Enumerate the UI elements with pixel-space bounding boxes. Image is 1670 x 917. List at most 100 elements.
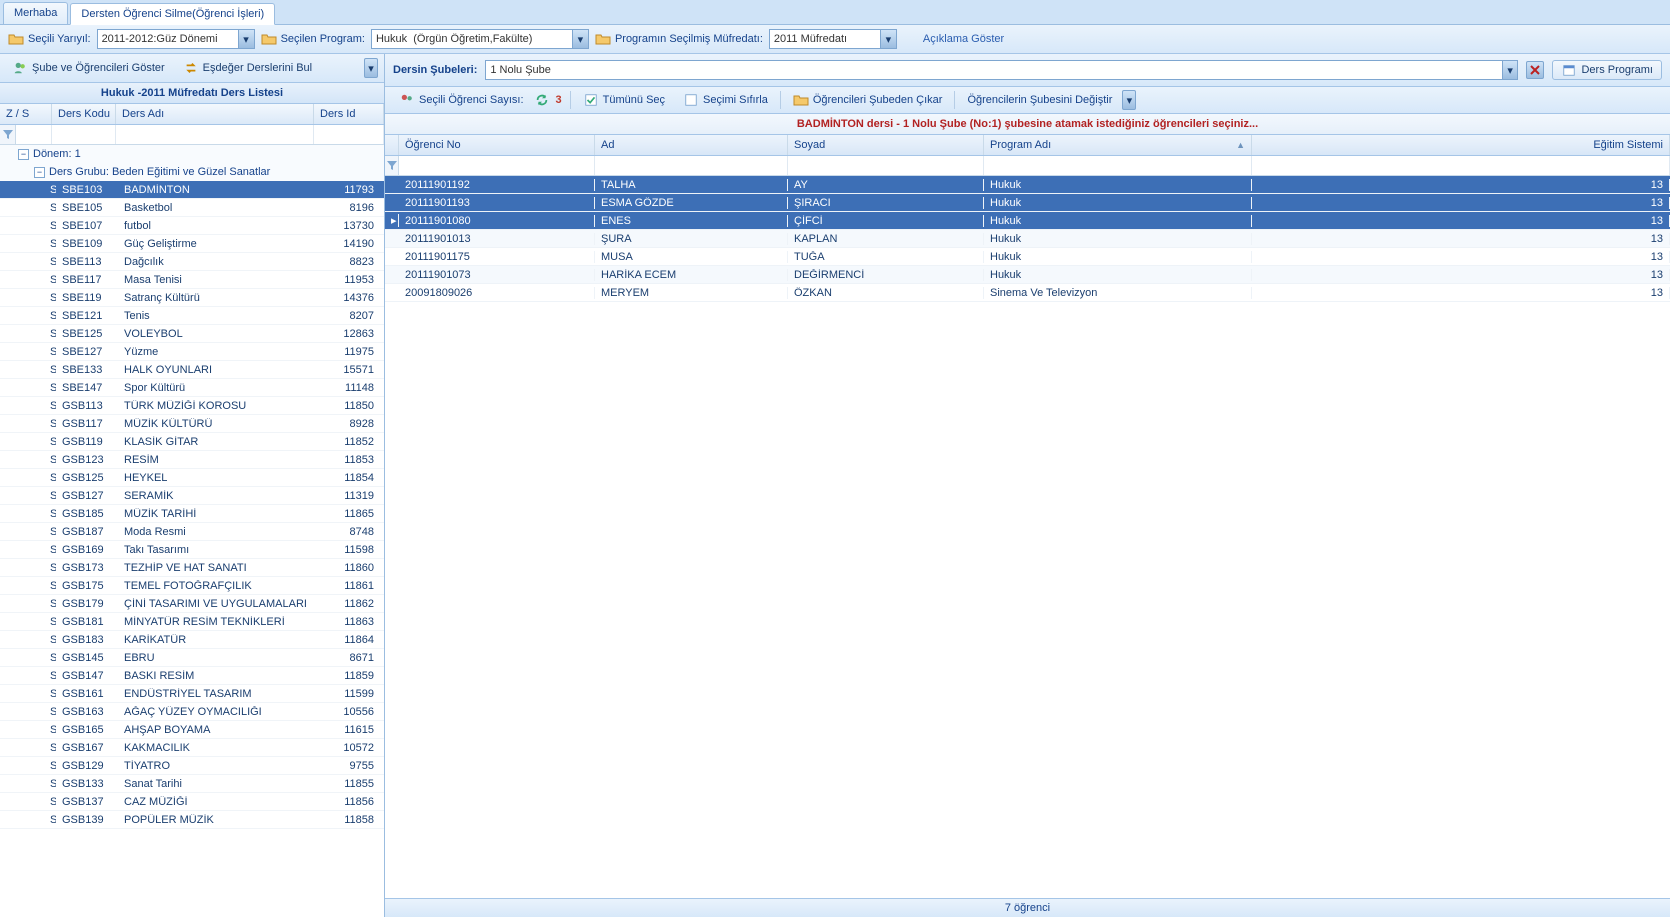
course-code: GSB129: [56, 760, 118, 772]
student-row[interactable]: 20111901175MUSATUĞAHukuk13: [385, 248, 1670, 266]
tab-welcome[interactable]: Merhaba: [3, 2, 68, 24]
move-students-button[interactable]: Öğrencilerin Şubesini Değiştir: [959, 92, 1120, 108]
chevron-down-icon[interactable]: ▾: [572, 30, 588, 48]
col-student-surname[interactable]: Soyad: [788, 135, 984, 155]
col-education-system[interactable]: Eğitim Sistemi: [1252, 135, 1670, 155]
course-zs: S...: [0, 310, 56, 322]
semester-input[interactable]: [98, 30, 238, 48]
course-row[interactable]: S...GSB133Sanat Tarihi11855: [0, 775, 384, 793]
move-students-menu-button[interactable]: ▾: [1122, 90, 1136, 110]
course-code: SBE119: [56, 292, 118, 304]
col-id[interactable]: Ders Id: [314, 104, 384, 124]
course-row[interactable]: S...SBE119Satranç Kültürü14376: [0, 289, 384, 307]
course-row[interactable]: S...SBE113Dağcılık8823: [0, 253, 384, 271]
course-row[interactable]: S...GSB125HEYKEL11854: [0, 469, 384, 487]
refresh-icon[interactable]: [534, 93, 550, 107]
group-row-course-group[interactable]: −Ders Grubu: Beden Eğitimi ve Güzel Sana…: [0, 163, 384, 181]
course-row[interactable]: S...GSB183KARİKATÜR11864: [0, 631, 384, 649]
course-row[interactable]: S...SBE125VOLEYBOL12863: [0, 325, 384, 343]
course-row[interactable]: S...GSB117MÜZİK KÜLTÜRÜ8928: [0, 415, 384, 433]
col-ad[interactable]: Ders Adı: [116, 104, 314, 124]
collapse-icon[interactable]: −: [18, 149, 29, 160]
clear-selection-button[interactable]: Seçimi Sıfırla: [675, 91, 776, 109]
course-row[interactable]: S...GSB145EBRU8671: [0, 649, 384, 667]
student-name: ESMA GÖZDE: [595, 197, 788, 209]
left-toolbar-menu-button[interactable]: ▾: [364, 58, 378, 78]
student-row[interactable]: 20111901193ESMA GÖZDEŞIRACIHukuk13: [385, 194, 1670, 212]
find-equivalents-button[interactable]: Eşdeğer Derslerini Bul: [177, 59, 318, 77]
course-row[interactable]: S...SBE121Tenis8207: [0, 307, 384, 325]
collapse-icon[interactable]: −: [34, 167, 45, 178]
section-combo[interactable]: ▾: [485, 60, 1518, 80]
course-row[interactable]: S...SBE107futbol13730: [0, 217, 384, 235]
users-icon: [399, 93, 415, 107]
program-input[interactable]: [372, 30, 572, 48]
course-row[interactable]: S...SBE117Masa Tenisi11953: [0, 271, 384, 289]
course-row[interactable]: S...GSB175TEMEL FOTOĞRAFÇILIK11861: [0, 577, 384, 595]
student-row[interactable]: 20111901192TALHAAYHukuk13: [385, 176, 1670, 194]
curriculum-combo[interactable]: ▾: [769, 29, 897, 49]
course-grid-body[interactable]: −Dönem: 1 −Ders Grubu: Beden Eğitimi ve …: [0, 145, 384, 917]
col-student-name[interactable]: Ad: [595, 135, 788, 155]
course-name: Basketbol: [118, 202, 324, 214]
course-row[interactable]: S...GSB123RESİM11853: [0, 451, 384, 469]
course-row[interactable]: S...GSB139POPÜLER MÜZİK11858: [0, 811, 384, 829]
schedule-button[interactable]: Ders Programı: [1552, 60, 1662, 80]
course-row[interactable]: S...GSB129TİYATRO9755: [0, 757, 384, 775]
student-surname: TUĞA: [788, 251, 984, 263]
course-row[interactable]: S...SBE133HALK OYUNLARI15571: [0, 361, 384, 379]
course-zs: S...: [0, 760, 56, 772]
course-row[interactable]: S...SBE109Güç Geliştirme14190: [0, 235, 384, 253]
filter-icon[interactable]: [385, 156, 399, 175]
course-row[interactable]: S...SBE105Basketbol8196: [0, 199, 384, 217]
student-row[interactable]: 20111901013ŞURAKAPLANHukuk13: [385, 230, 1670, 248]
semester-combo[interactable]: ▾: [97, 29, 255, 49]
curriculum-input[interactable]: [770, 30, 880, 48]
student-row[interactable]: 20111901073HARİKA ECEMDEĞİRMENCİHukuk13: [385, 266, 1670, 284]
course-row[interactable]: S...GSB147BASKI RESİM11859: [0, 667, 384, 685]
select-all-button[interactable]: Tümünü Seç: [575, 91, 673, 109]
tab-remove-student[interactable]: Dersten Öğrenci Silme(Öğrenci İşleri): [70, 3, 275, 25]
show-description-link[interactable]: Açıklama Göster: [923, 33, 1004, 45]
course-row[interactable]: S...SBE103BADMİNTON11793: [0, 181, 384, 199]
program-combo[interactable]: ▾: [371, 29, 589, 49]
course-id: 11850: [324, 400, 384, 412]
course-row[interactable]: S...GSB187Moda Resmi8748: [0, 523, 384, 541]
col-program[interactable]: Program Adı▲: [984, 135, 1252, 155]
group-row-term[interactable]: −Dönem: 1: [0, 145, 384, 163]
close-button[interactable]: [1526, 61, 1544, 79]
course-row[interactable]: S...SBE127Yüzme11975: [0, 343, 384, 361]
course-row[interactable]: S...GSB137CAZ MÜZİĞİ11856: [0, 793, 384, 811]
chevron-down-icon[interactable]: ▾: [1502, 61, 1518, 79]
chevron-down-icon[interactable]: ▾: [880, 30, 896, 48]
course-row[interactable]: S...GSB167KAKMACILIK10572: [0, 739, 384, 757]
col-student-no[interactable]: Öğrenci No: [399, 135, 595, 155]
course-row[interactable]: S...GSB181MİNYATÜR RESİM TEKNİKLERİ11863: [0, 613, 384, 631]
course-row[interactable]: S...SBE147Spor Kültürü11148: [0, 379, 384, 397]
course-row[interactable]: S...GSB127SERAMİK11319: [0, 487, 384, 505]
col-kod[interactable]: Ders Kodu: [52, 104, 116, 124]
show-section-students-button[interactable]: Şube ve Öğrencileri Göster: [6, 59, 171, 77]
course-row[interactable]: S...GSB165AHŞAP BOYAMA11615: [0, 721, 384, 739]
remove-students-button[interactable]: Öğrencileri Şubeden Çıkar: [785, 91, 951, 109]
course-id: 11855: [324, 778, 384, 790]
chevron-down-icon[interactable]: ▾: [238, 30, 254, 48]
course-row[interactable]: S...GSB173TEZHİP VE HAT SANATI11860: [0, 559, 384, 577]
course-row[interactable]: S...GSB119KLASİK GİTAR11852: [0, 433, 384, 451]
course-id: 12863: [324, 328, 384, 340]
course-row[interactable]: S...GSB163AĞAÇ YÜZEY OYMACILIĞI10556: [0, 703, 384, 721]
student-grid-body[interactable]: 20111901192TALHAAYHukuk1320111901193ESMA…: [385, 176, 1670, 898]
course-row[interactable]: S...GSB179ÇİNİ TASARIMI VE UYGULAMALARI1…: [0, 595, 384, 613]
filter-icon[interactable]: [0, 125, 16, 144]
course-row[interactable]: S...GSB185MÜZİK TARİHİ11865: [0, 505, 384, 523]
course-id: 11865: [324, 508, 384, 520]
section-input[interactable]: [486, 61, 1501, 79]
course-row[interactable]: S...GSB161ENDÜSTRİYEL TASARIM11599: [0, 685, 384, 703]
course-row[interactable]: S...GSB113TÜRK MÜZİĞİ KOROSU11850: [0, 397, 384, 415]
course-name: Takı Tasarımı: [118, 544, 324, 556]
course-row[interactable]: S...GSB169Takı Tasarımı11598: [0, 541, 384, 559]
student-program: Hukuk: [984, 233, 1252, 245]
col-zs[interactable]: Z / S: [0, 104, 52, 124]
student-row[interactable]: ▸20111901080ENESÇİFCİHukuk13: [385, 212, 1670, 230]
student-row[interactable]: 20091809026MERYEMÖZKANSinema Ve Televizy…: [385, 284, 1670, 302]
